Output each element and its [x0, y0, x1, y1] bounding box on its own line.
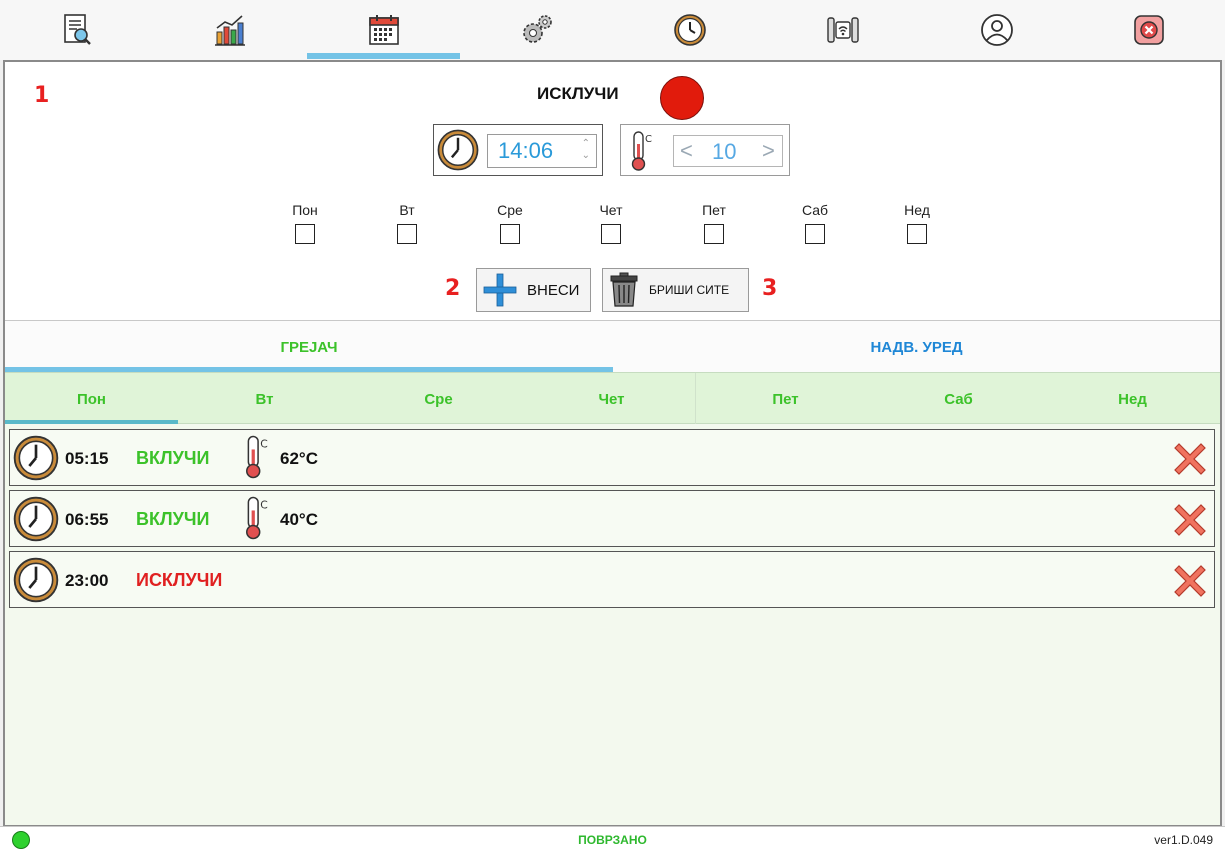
time-spinner[interactable]: ⌃ ⌄ — [582, 138, 590, 162]
clock-icon — [13, 496, 59, 542]
entry-time: 23:00 — [65, 571, 109, 590]
entry-action: ИСКЛУЧИ — [136, 570, 223, 590]
top-toolbar — [0, 0, 1225, 60]
day-label: Чет — [599, 202, 623, 218]
device-tabs: ГРЕЈАЧ НАДВ. УРЕД — [5, 320, 1220, 373]
day-tab-sun[interactable]: Нед — [1046, 373, 1219, 425]
clock-icon — [13, 557, 59, 603]
day-label: Сре — [497, 202, 523, 218]
delete-icon[interactable] — [1169, 560, 1211, 602]
annotation-2: 2 — [445, 276, 461, 301]
checkbox[interactable] — [704, 224, 724, 244]
day-checkbox-wed: Сре — [490, 202, 530, 244]
thermometer-icon: C — [246, 435, 268, 479]
day-tab-divider — [695, 373, 696, 425]
delete-icon[interactable] — [1169, 499, 1211, 541]
toolbar-user[interactable] — [920, 0, 1073, 60]
entry-time: 06:55 — [65, 510, 109, 529]
status-bar: ПОВРЗАНО ver1.D.049 — [0, 826, 1225, 851]
day-tabs: Пон Вт Сре Чет Пет Саб Нед — [5, 372, 1220, 425]
tab-heater[interactable]: ГРЕЈАЧ — [5, 321, 613, 373]
entry-time: 05:15 — [65, 449, 109, 468]
state-label: ИСКЛУЧИ — [537, 84, 619, 103]
day-checkbox-sat: Саб — [795, 202, 835, 244]
day-label: Саб — [801, 202, 829, 218]
plus-icon — [483, 273, 517, 307]
bar-chart-icon — [214, 15, 245, 46]
toolbar-device[interactable] — [766, 0, 919, 60]
toolbar-clock[interactable] — [613, 0, 766, 60]
delete-all-label: БРИШИ СИТЕ — [649, 283, 730, 297]
gears-icon — [522, 15, 552, 43]
day-tab-sat[interactable]: Саб — [872, 373, 1045, 425]
day-checkbox-tue: Вт — [387, 202, 427, 244]
checkbox[interactable] — [805, 224, 825, 244]
report-search-icon — [63, 14, 91, 45]
day-checkbox-mon: Пон — [285, 202, 325, 244]
checkbox[interactable] — [397, 224, 417, 244]
checkbox[interactable] — [907, 224, 927, 244]
svg-text:C: C — [645, 134, 652, 145]
day-tab-wed[interactable]: Сре — [352, 373, 525, 425]
checkbox[interactable] — [295, 224, 315, 244]
state-toggle-button[interactable] — [660, 76, 704, 120]
day-tab-thu[interactable]: Чет — [525, 373, 698, 425]
version-label: ver1.D.049 — [1154, 833, 1213, 847]
connection-status: ПОВРЗАНО — [578, 833, 647, 847]
entry-action: ВКЛУЧИ — [136, 509, 210, 529]
thermometer-icon: C — [631, 131, 652, 171]
day-label: Вт — [399, 202, 415, 218]
wireless-device-icon — [826, 17, 859, 43]
toolbar-statistics[interactable] — [153, 0, 306, 60]
annotation-3: 3 — [762, 276, 778, 301]
tab-office[interactable]: НАДВ. УРЕД — [613, 321, 1220, 373]
time-value: 14:06 — [498, 138, 554, 163]
annotation-1: 1 — [34, 83, 50, 108]
temperature-increase-button[interactable]: > — [762, 138, 775, 164]
time-picker: 14:06 ⌃ ⌄ — [433, 124, 603, 176]
svg-text:C: C — [260, 498, 268, 511]
temperature-picker: C < 10 > — [620, 124, 790, 176]
day-checkbox-thu: Чет — [591, 202, 631, 244]
toolbar-reports[interactable] — [0, 0, 153, 60]
schedule-row: 06:55 ВКЛУЧИ C 40°C — [9, 490, 1215, 547]
clock-icon — [673, 14, 706, 46]
entry-action: ВКЛУЧИ — [136, 448, 210, 468]
user-icon — [980, 14, 1013, 46]
day-checkbox-fri: Пет — [694, 202, 734, 244]
day-label: Нед — [904, 202, 930, 218]
calendar-icon — [368, 15, 399, 45]
entry-temperature: 62°C — [280, 449, 318, 468]
checkbox[interactable] — [500, 224, 520, 244]
schedule-list: 05:15 ВКЛУЧИ C 62°C 06:55 ВКЛУЧИ C 40°C — [5, 424, 1220, 825]
day-tab-tue[interactable]: Вт — [178, 373, 351, 425]
close-icon — [1133, 15, 1164, 45]
toolbar-settings[interactable] — [460, 0, 613, 60]
entry-temperature: 40°C — [280, 510, 318, 529]
thermometer-icon: C — [246, 496, 268, 540]
time-input[interactable]: 14:06 ⌃ ⌄ — [487, 134, 597, 168]
toolbar-exit[interactable] — [1072, 0, 1225, 60]
day-checkbox-sun: Нед — [897, 202, 937, 244]
day-label: Пон — [292, 202, 318, 218]
toolbar-schedule[interactable] — [307, 0, 460, 60]
trash-icon — [610, 272, 638, 307]
day-tab-fri[interactable]: Пет — [699, 373, 872, 425]
day-tab-mon[interactable]: Пон — [5, 373, 178, 425]
add-entry-label: ВНЕСИ — [527, 281, 580, 299]
temperature-stepper[interactable]: < 10 > — [673, 135, 783, 167]
delete-all-button[interactable]: БРИШИ СИТЕ — [602, 268, 749, 312]
temperature-value: 10 — [712, 139, 737, 164]
delete-icon[interactable] — [1169, 438, 1211, 480]
day-label: Пет — [702, 202, 726, 218]
clock-icon — [13, 435, 59, 481]
svg-text:C: C — [260, 437, 268, 450]
temperature-decrease-button[interactable]: < — [680, 138, 693, 164]
checkbox[interactable] — [601, 224, 621, 244]
add-entry-button[interactable]: ВНЕСИ — [476, 268, 591, 312]
schedule-row: 05:15 ВКЛУЧИ C 62°C — [9, 429, 1215, 486]
clock-icon — [437, 129, 479, 171]
schedule-row: 23:00 ИСКЛУЧИ — [9, 551, 1215, 608]
